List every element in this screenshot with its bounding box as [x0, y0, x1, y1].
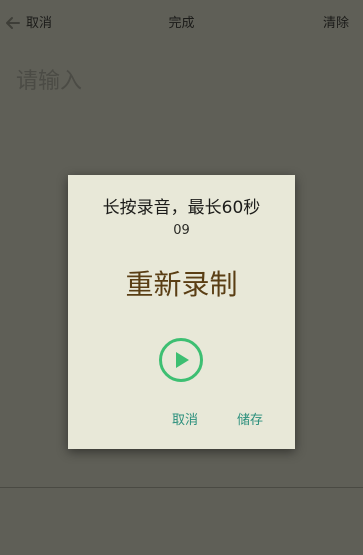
- dialog-title: 长按录音，最长60秒: [102, 198, 261, 218]
- divider: [0, 487, 363, 488]
- dialog-save-button[interactable]: 储存: [237, 413, 263, 429]
- recording-timer: 09: [173, 223, 190, 238]
- record-dialog: 长按录音，最长60秒 09 重新录制 取消 储存: [68, 175, 295, 449]
- dialog-cancel-button[interactable]: 取消: [172, 413, 198, 429]
- rerecord-button[interactable]: 重新录制: [68, 267, 295, 303]
- top-bar: 取消 完成 清除: [0, 0, 363, 48]
- top-cancel-button[interactable]: 取消: [26, 15, 52, 33]
- arrow-left-icon[interactable]: [4, 14, 22, 32]
- done-button[interactable]: 完成: [168, 16, 194, 31]
- clear-button[interactable]: 清除: [323, 15, 349, 33]
- text-input-placeholder[interactable]: 请输入: [16, 68, 82, 96]
- play-icon[interactable]: [158, 337, 204, 383]
